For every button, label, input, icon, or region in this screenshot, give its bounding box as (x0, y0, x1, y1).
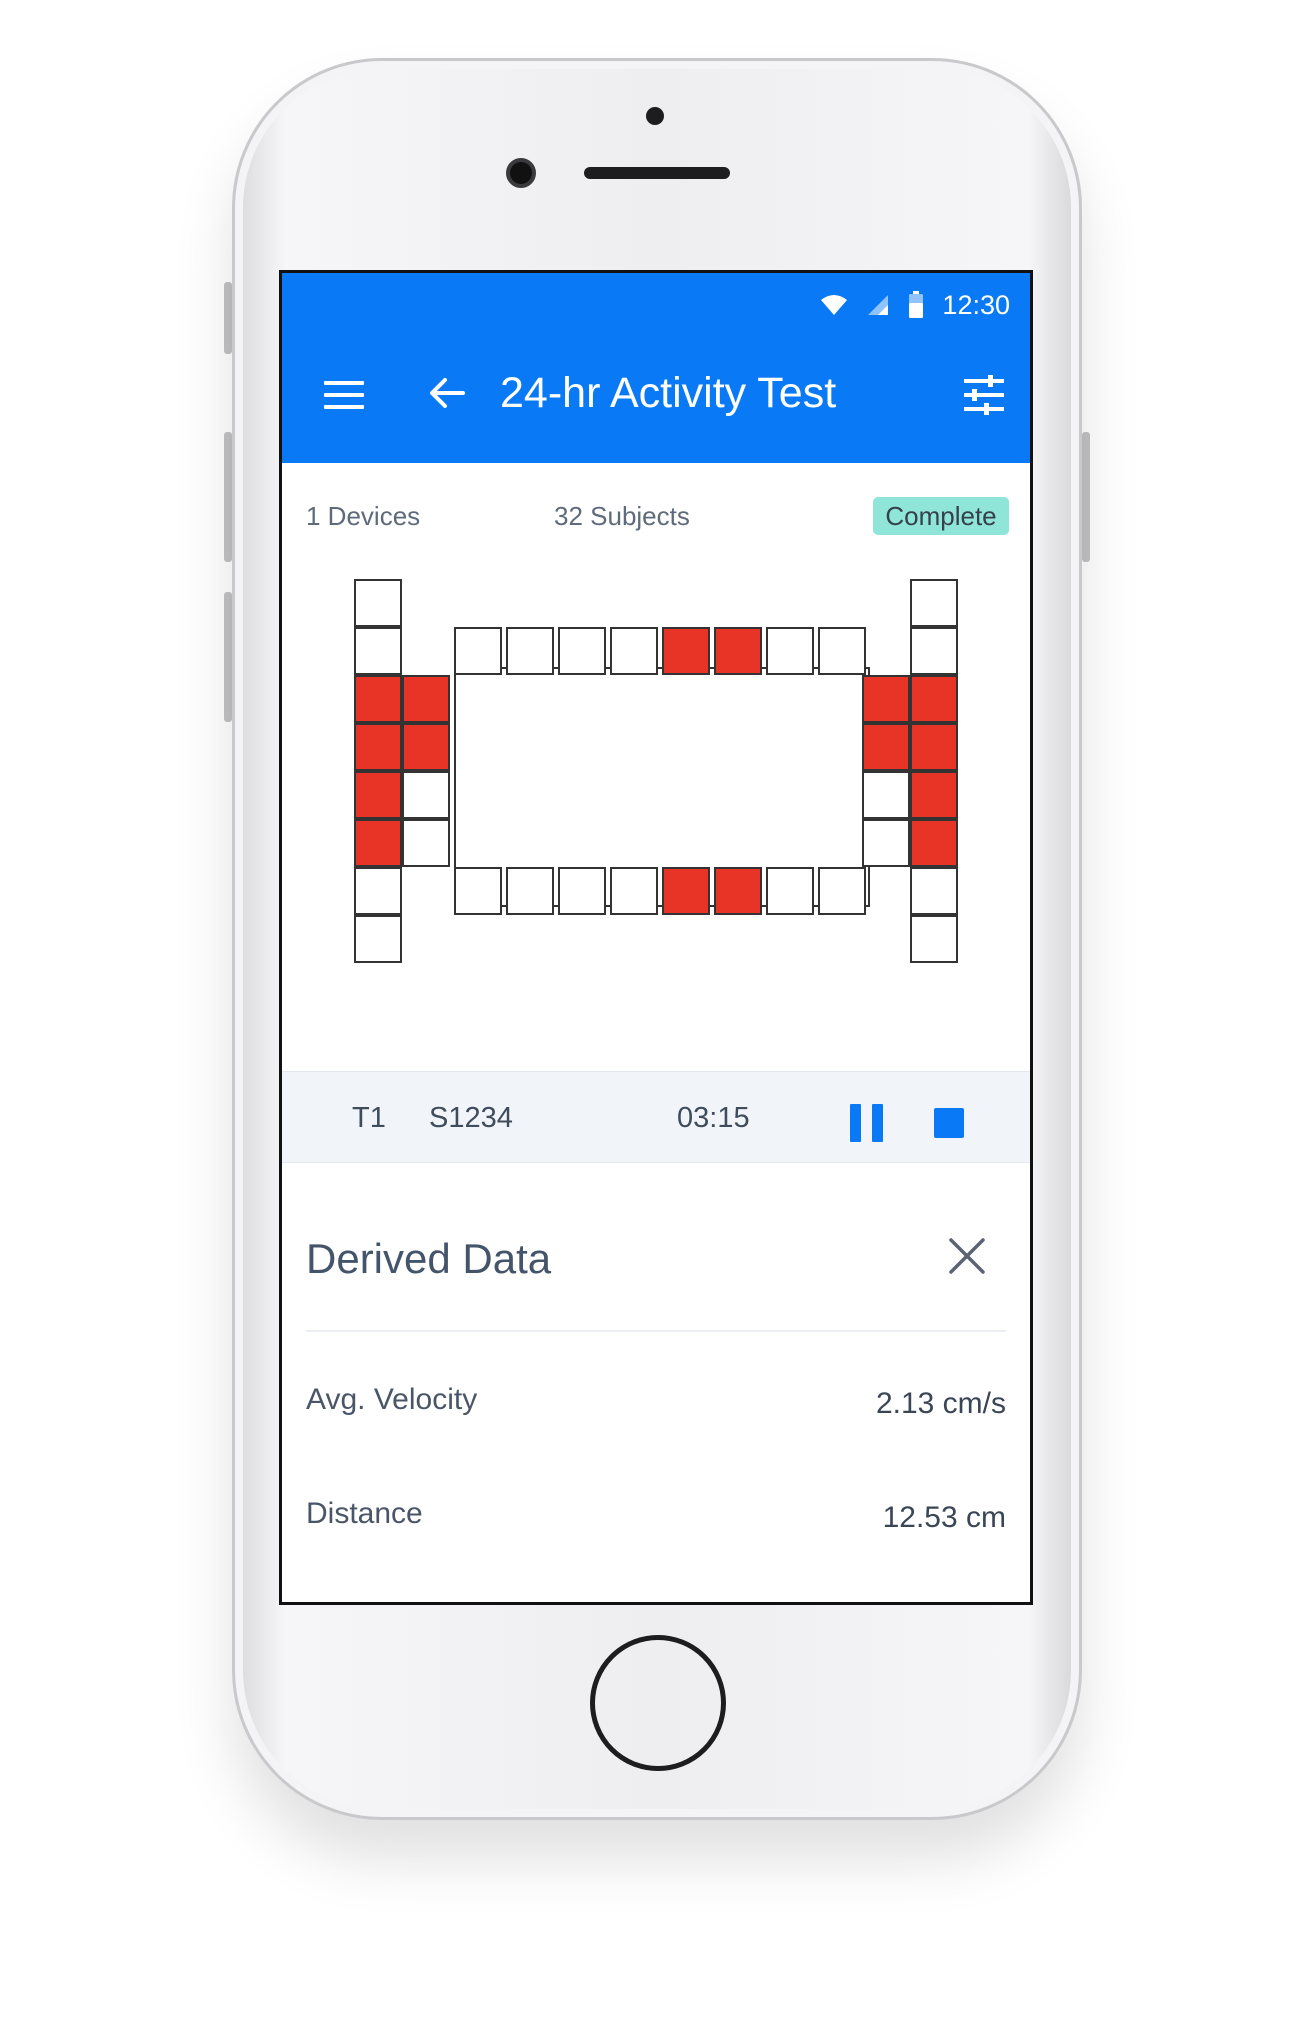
arena-cell-left-inner-2 (402, 723, 450, 771)
wifi-icon (821, 295, 848, 315)
arena-cell-right-inner-4 (862, 819, 910, 867)
arena-cell-right-outer-3 (910, 675, 958, 723)
arena-cell-right-inner-2 (862, 723, 910, 771)
arena-cell-top-1 (454, 627, 502, 675)
mute-switch (224, 282, 232, 354)
arena-cell-left-inner-3 (402, 771, 450, 819)
elapsed-time: 03:15 (677, 1102, 750, 1134)
velocity-label: Avg. Velocity (306, 1383, 478, 1416)
arena-cell-top-3 (558, 627, 606, 675)
arena-cell-left-outer-6 (354, 819, 402, 867)
stop-icon[interactable] (934, 1108, 964, 1138)
arena-cell-top-5 (662, 627, 710, 675)
velocity-value: 2.13 cm/s (875, 1387, 1006, 1420)
track-id: T1 (352, 1102, 386, 1134)
arena-cell-left-outer-1 (354, 579, 402, 627)
arena-cell-top-8 (818, 627, 866, 675)
filter-sliders-icon[interactable] (962, 375, 1006, 415)
status-time: 12:30 (942, 289, 1010, 320)
playback-bar: T1 S1234 03:15 (282, 1071, 1030, 1163)
arena-cell-bottom-6 (714, 867, 762, 915)
earpiece-speaker (584, 167, 730, 179)
app-screen: 12:30 24-hr Activity Test 1 Devices 32 S… (279, 270, 1033, 1605)
subject-id: S1234 (429, 1102, 513, 1134)
arena-cell-bottom-4 (610, 867, 658, 915)
arena-cell-bottom-7 (766, 867, 814, 915)
arena-cell-top-7 (766, 627, 814, 675)
close-icon[interactable] (947, 1236, 987, 1276)
arena-cell-right-outer-7 (910, 867, 958, 915)
arena-cell-right-outer-6 (910, 819, 958, 867)
activity-arena (282, 573, 1030, 993)
arena-cell-top-2 (506, 627, 554, 675)
arena-cell-left-outer-4 (354, 723, 402, 771)
volume-down-button (224, 592, 232, 722)
arena-cell-left-outer-3 (354, 675, 402, 723)
back-arrow-icon[interactable] (427, 373, 467, 413)
divider (306, 1330, 1006, 1332)
arena-cell-right-outer-8 (910, 915, 958, 963)
distance-label: Distance (306, 1497, 423, 1530)
arena-cell-right-inner-3 (862, 771, 910, 819)
arena-cell-left-outer-2 (354, 627, 402, 675)
arena-cell-right-outer-5 (910, 771, 958, 819)
arena-cell-bottom-2 (506, 867, 554, 915)
arena-cell-bottom-1 (454, 867, 502, 915)
arena-cell-bottom-5 (662, 867, 710, 915)
subjects-count: 32 Subjects (554, 501, 690, 531)
summary-row: 1 Devices 32 Subjects Complete (282, 493, 1030, 543)
arena-cell-right-outer-4 (910, 723, 958, 771)
volume-up-button (224, 432, 232, 562)
arena-cell-bottom-8 (818, 867, 866, 915)
proximity-sensor (646, 107, 664, 125)
arena-cell-right-outer-2 (910, 627, 958, 675)
arena-cell-left-outer-7 (354, 867, 402, 915)
front-camera (506, 158, 536, 188)
battery-icon (909, 291, 924, 318)
app-bar: 12:30 24-hr Activity Test (282, 273, 1030, 463)
page-title: 24-hr Activity Test (500, 369, 837, 417)
arena-cell-top-4 (610, 627, 658, 675)
menu-icon[interactable] (324, 381, 364, 409)
status-bar: 12:30 (820, 287, 1010, 323)
arena-cell-left-inner-1 (402, 675, 450, 723)
power-button (1082, 432, 1090, 562)
derived-data-title: Derived Data (306, 1235, 552, 1282)
pause-icon[interactable] (850, 1104, 884, 1142)
devices-count: 1 Devices (306, 501, 421, 531)
arena-cell-right-outer-1 (910, 579, 958, 627)
signal-icon (868, 295, 889, 315)
arena-cell-top-6 (714, 627, 762, 675)
arena-cell-left-outer-5 (354, 771, 402, 819)
arena-cell-bottom-3 (558, 867, 606, 915)
arena-cell-left-outer-8 (354, 915, 402, 963)
distance-value: 12.53 cm (882, 1501, 1006, 1534)
status-badge: Complete (873, 497, 1009, 535)
arena-cell-left-inner-4 (402, 819, 450, 867)
arena-cell-right-inner-1 (862, 675, 910, 723)
home-button[interactable] (590, 1635, 726, 1771)
